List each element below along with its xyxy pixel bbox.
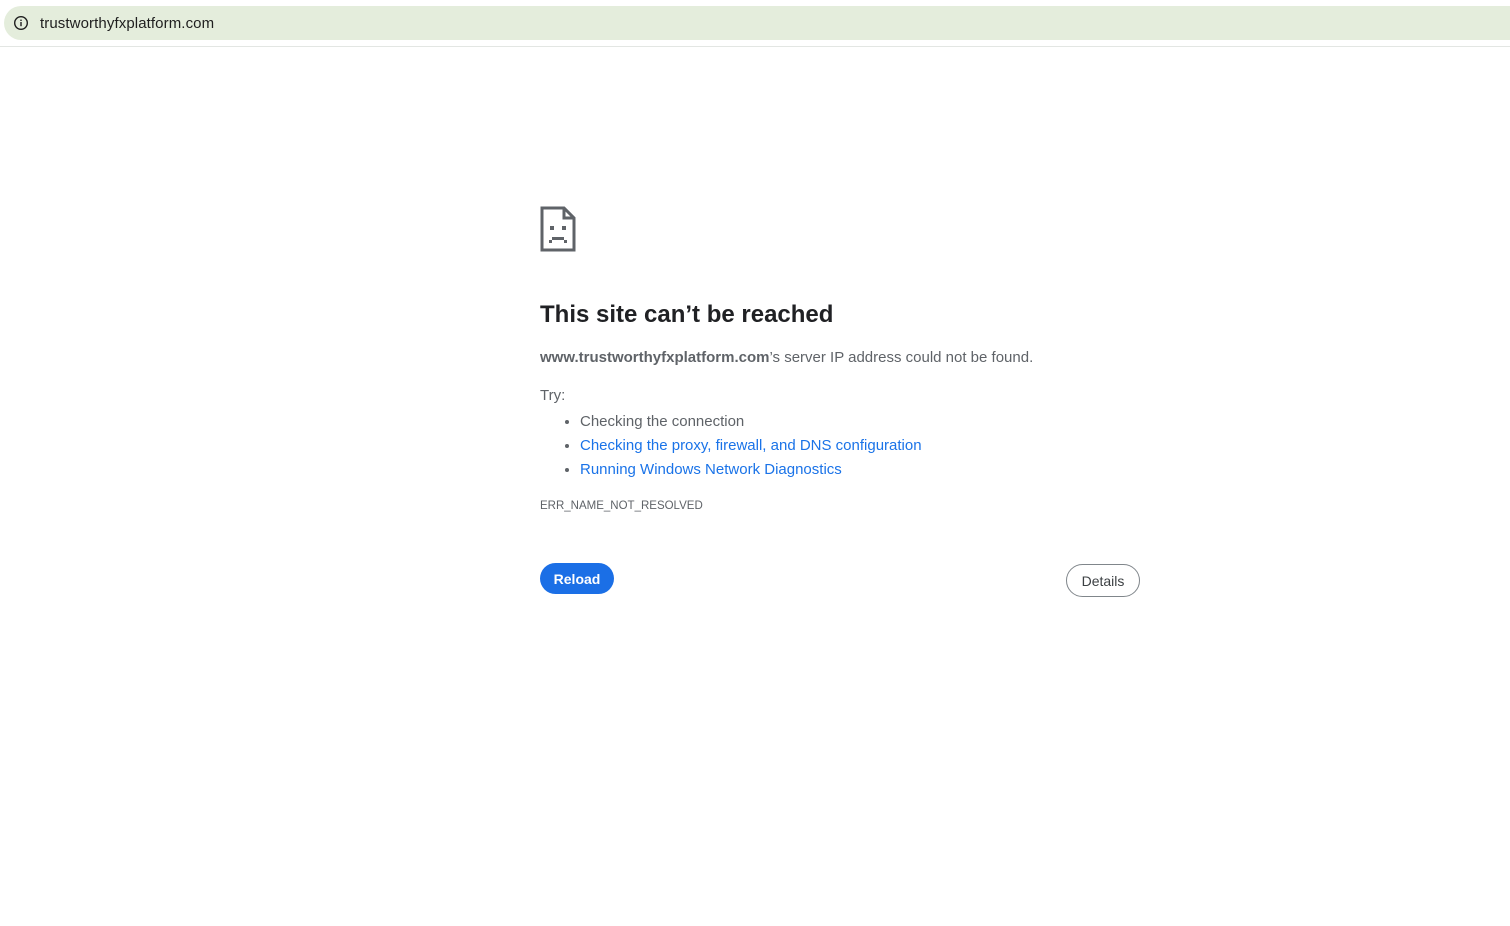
suggestions-list: Checking the connection Checking the pro…: [540, 410, 1140, 482]
page-title: This site can’t be reached: [540, 301, 834, 328]
address-bar-container: trustworthyfxplatform.com: [0, 0, 1510, 47]
try-label: Try:: [540, 387, 566, 404]
info-icon[interactable]: [4, 6, 38, 40]
button-row: Reload Details: [540, 563, 1140, 599]
reload-button[interactable]: Reload: [540, 563, 614, 594]
suggestion-check-connection: Checking the connection: [580, 413, 745, 430]
error-content: This site can’t be reached www.trustwort…: [540, 206, 1140, 599]
error-host: www.trustworthyfxplatform.com: [540, 349, 770, 366]
sad-page-icon: [540, 206, 576, 252]
omnibox[interactable]: trustworthyfxplatform.com: [4, 6, 1510, 40]
suggestion-proxy-link[interactable]: Checking the proxy, firewall, and DNS co…: [580, 437, 922, 454]
details-button[interactable]: Details: [1066, 564, 1140, 597]
suggestion-item: Checking the proxy, firewall, and DNS co…: [580, 434, 1140, 458]
suggestion-diagnostics-link[interactable]: Running Windows Network Diagnostics: [580, 461, 842, 478]
error-message-suffix: ’s server IP address could not be found.: [769, 349, 1034, 366]
error-code: ERR_NAME_NOT_RESOLVED: [540, 500, 703, 512]
error-message: www.trustworthyfxplatform.com’s server I…: [540, 348, 1140, 368]
suggestion-item: Running Windows Network Diagnostics: [580, 458, 1140, 482]
suggestion-item: Checking the connection: [580, 410, 1140, 434]
url-text[interactable]: trustworthyfxplatform.com: [40, 15, 214, 32]
